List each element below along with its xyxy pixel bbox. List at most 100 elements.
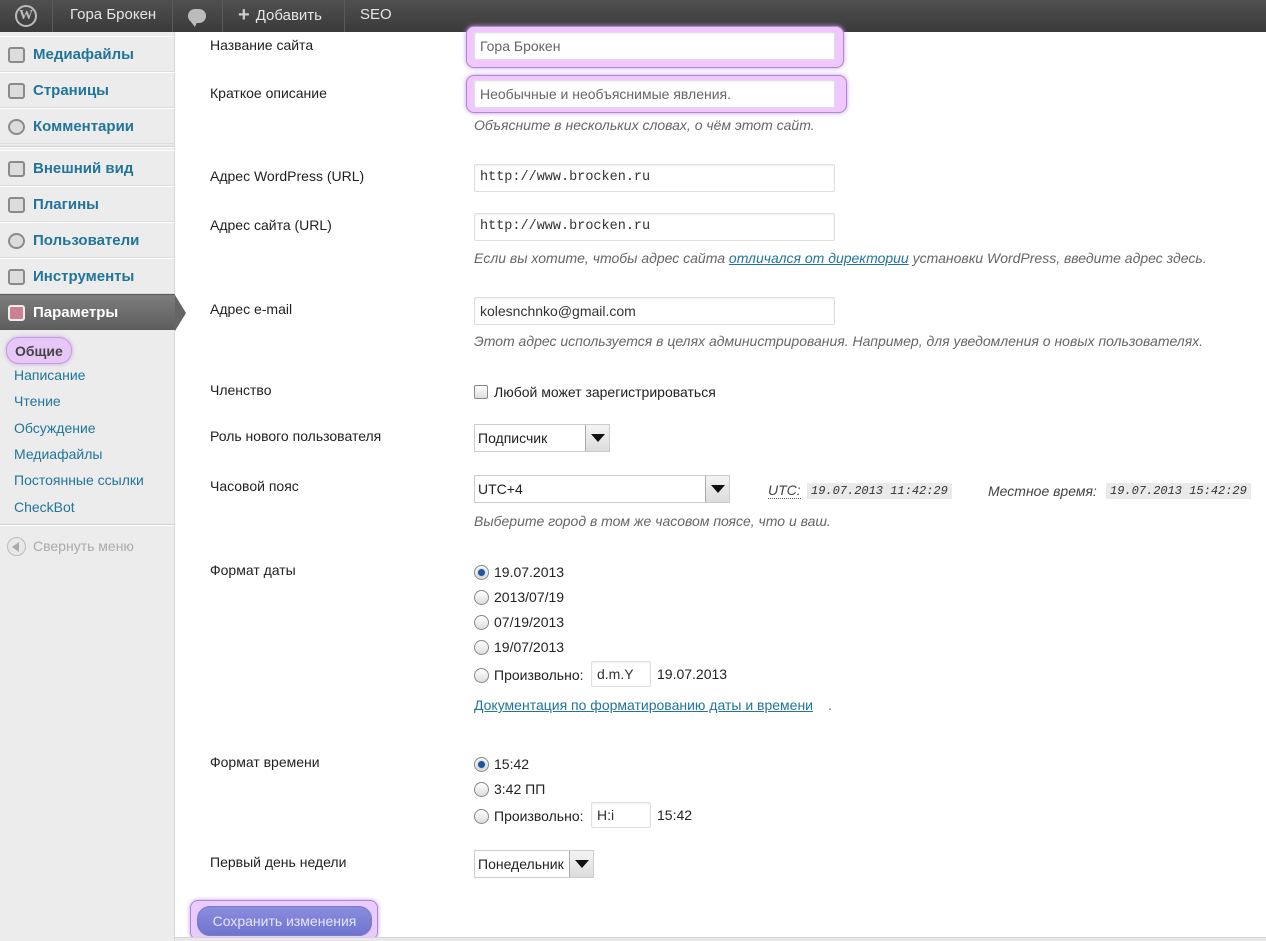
default-role-label: Роль нового пользователя: [210, 428, 382, 444]
email-input[interactable]: kolesnchnko@gmail.com: [474, 297, 835, 325]
default-role-select[interactable]: Подписчик: [474, 424, 610, 452]
collapse-menu-button[interactable]: Свернуть меню: [7, 536, 134, 556]
appearance-icon: [8, 161, 25, 177]
chevron-down-icon: [569, 851, 593, 877]
pages-icon: [8, 83, 25, 99]
sidebar-item-label: Внешний вид: [33, 160, 134, 177]
week-start-value: Понедельник: [478, 856, 564, 872]
membership-label: Членство: [210, 382, 272, 398]
submenu-media[interactable]: Медиафайлы: [14, 446, 102, 462]
submenu-checkbot[interactable]: CheckBot: [14, 499, 75, 515]
anyone-can-register-label: Любой может зарегистрироваться: [494, 384, 716, 400]
date-format-radio[interactable]: [474, 590, 489, 605]
site-title-input[interactable]: Гора Брокен: [474, 32, 835, 60]
add-new-label: Добавить: [255, 7, 322, 24]
site-url-description: Если вы хотите, чтобы адрес сайта отлича…: [474, 250, 1207, 266]
submenu-permalinks[interactable]: Постоянные ссылки: [14, 472, 144, 488]
time-format-radio[interactable]: [474, 782, 489, 797]
plugins-icon: [8, 197, 25, 213]
sidebar-item-appearance[interactable]: Внешний вид: [0, 150, 175, 186]
utc-time: 19.07.2013 11:42:29: [807, 483, 952, 499]
week-start-select[interactable]: Понедельник: [474, 850, 594, 878]
sidebar-item-label: Медиафайлы: [33, 46, 134, 63]
sidebar-item-label: Пользователи: [33, 232, 140, 249]
wp-url-label: Адрес WordPress (URL): [210, 168, 365, 184]
date-format-custom-radio[interactable]: [474, 668, 489, 683]
site-title-label: Название сайта: [210, 37, 314, 53]
chevron-down-icon: [705, 476, 729, 502]
local-time-label: Местное время:: [988, 483, 1097, 499]
date-format-custom-input[interactable]: d.m.Y: [591, 661, 651, 687]
sidebar-item-tools[interactable]: Инструменты: [0, 258, 175, 294]
users-icon: [8, 233, 25, 249]
sidebar-divider: [0, 524, 175, 526]
date-format-custom-label: Произвольно:: [494, 667, 584, 683]
tagline-label: Краткое описание: [210, 85, 327, 101]
site-url-input[interactable]: http://www.brocken.ru: [474, 213, 835, 241]
collapse-arrow-icon: [7, 537, 26, 556]
seo-menu[interactable]: SEO: [360, 0, 392, 32]
wordpress-logo-icon[interactable]: W: [10, 0, 42, 32]
site-url-desc-text: установки WordPress, введите адрес здесь…: [908, 250, 1207, 266]
admin-bar-separator: [172, 0, 173, 32]
admin-sidebar: Медиафайлы Страницы Комментарии Внешний …: [0, 32, 186, 941]
sidebar-divider: [0, 146, 175, 148]
sidebar-item-label: Инструменты: [33, 268, 135, 285]
sidebar-item-label: Плагины: [33, 196, 99, 213]
date-format-radio[interactable]: [474, 565, 489, 580]
different-directory-link[interactable]: отличался от директории: [729, 250, 909, 266]
submenu-reading[interactable]: Чтение: [14, 393, 61, 409]
site-url-desc-text: Если вы хотите, чтобы адрес сайта: [474, 250, 729, 266]
time-format-custom-input[interactable]: H:i: [591, 802, 651, 828]
date-format-radio[interactable]: [474, 615, 489, 630]
time-format-custom-radio[interactable]: [474, 809, 489, 824]
utc-label: UTC:: [768, 482, 801, 499]
site-name-link[interactable]: Гора Брокен: [70, 0, 156, 32]
tagline-input[interactable]: Необычные и необъяснимые явления.: [474, 80, 835, 108]
tagline-description: Объясните в нескольких словах, о чём это…: [474, 117, 815, 133]
submenu-discussion[interactable]: Обсуждение: [14, 420, 96, 436]
save-changes-button[interactable]: Сохранить изменения: [197, 906, 372, 936]
chevron-down-icon: [585, 425, 609, 451]
timezone-select[interactable]: UTC+4: [474, 475, 730, 503]
default-role-value: Подписчик: [478, 430, 548, 446]
tools-icon: [8, 269, 25, 285]
date-format-option: 19/07/2013: [494, 639, 565, 655]
time-format-option: 3:42 ПП: [494, 781, 546, 797]
date-format-option: 07/19/2013: [494, 614, 565, 630]
admin-bar-separator: [222, 0, 223, 32]
time-format-label: Формат времени: [210, 754, 320, 770]
date-format-radio[interactable]: [474, 640, 489, 655]
sidebar-item-settings[interactable]: Параметры: [0, 294, 186, 331]
media-icon: [8, 47, 25, 63]
date-time-docs-link[interactable]: Документация по форматированию даты и вр…: [474, 697, 813, 713]
timezone-label: Часовой пояс: [210, 478, 299, 494]
timezone-description: Выберите город в том же часовом поясе, ч…: [474, 513, 831, 529]
time-format-preview: 15:42: [657, 807, 693, 823]
sidebar-item-label: Страницы: [33, 82, 109, 99]
comments-icon[interactable]: [188, 0, 208, 32]
email-description: Этот адрес используется в целях админист…: [474, 333, 1204, 349]
date-time-docs-dot: .: [828, 697, 832, 713]
collapse-menu-label: Свернуть меню: [33, 538, 134, 554]
sidebar-item-users[interactable]: Пользователи: [0, 222, 175, 258]
week-start-label: Первый день недели: [210, 854, 347, 870]
plus-icon: +: [238, 4, 250, 26]
sidebar-item-pages[interactable]: Страницы: [0, 72, 175, 108]
add-new-button[interactable]: + Добавить: [238, 0, 322, 32]
time-format-custom-label: Произвольно:: [494, 808, 584, 824]
submenu-general[interactable]: Общие: [6, 337, 72, 364]
sidebar-item-label: Параметры: [33, 304, 119, 321]
submenu-writing[interactable]: Написание: [14, 367, 85, 383]
sidebar-item-media[interactable]: Медиафайлы: [0, 36, 175, 72]
sidebar-item-comments[interactable]: Комментарии: [0, 108, 175, 144]
wp-url-input[interactable]: http://www.brocken.ru: [474, 164, 835, 192]
time-format-option: 15:42: [494, 756, 530, 772]
local-time: 19.07.2013 15:42:29: [1106, 483, 1251, 499]
sidebar-item-plugins[interactable]: Плагины: [0, 186, 175, 222]
comments-icon: [8, 119, 25, 135]
time-format-radio[interactable]: [474, 757, 489, 772]
date-format-option: 2013/07/19: [494, 589, 565, 605]
admin-bar-separator: [344, 0, 345, 32]
anyone-can-register-checkbox[interactable]: [474, 385, 488, 399]
